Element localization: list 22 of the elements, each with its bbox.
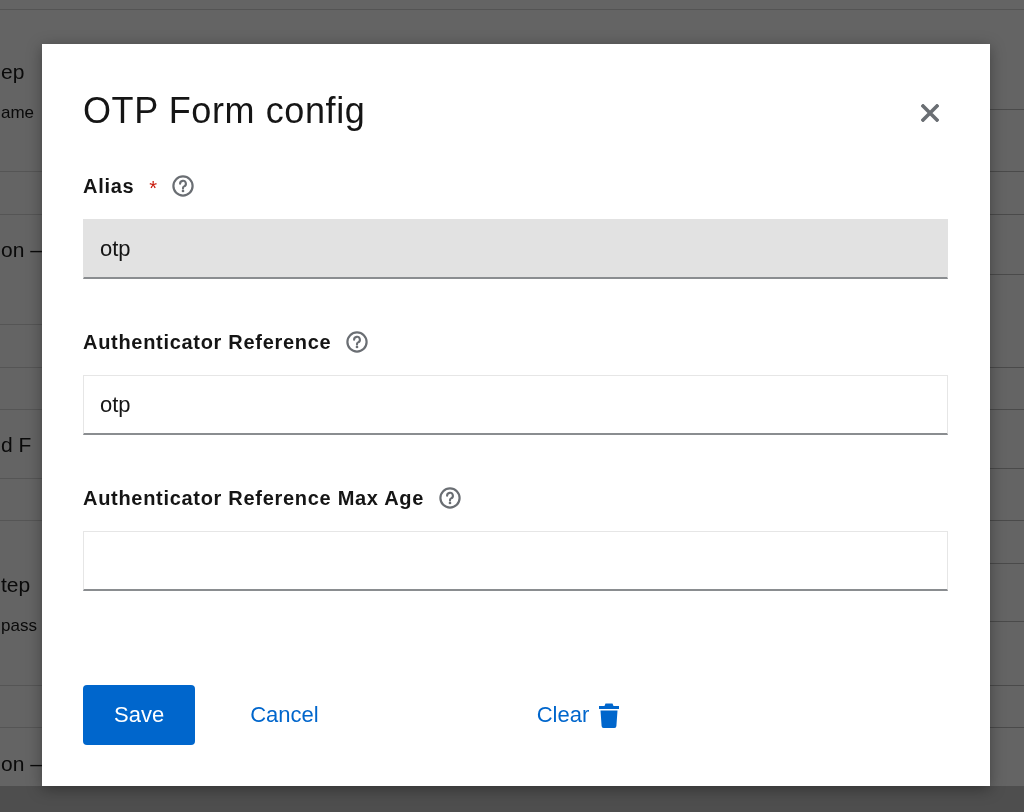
required-mark: * [149,176,158,198]
row-subtitle: ame [0,102,35,124]
field-label: Alias [83,174,135,198]
help-icon[interactable] [172,175,195,197]
clear-link[interactable]: Clear [520,685,636,745]
field-label: Authenticator Reference Max Age [83,486,425,510]
dialog-title: OTP Form config [83,89,366,133]
row-title: tep [0,572,31,598]
field-label: Authenticator Reference [83,330,332,354]
row-title: ep [0,59,25,85]
text-field[interactable]: otp [83,219,948,279]
row-title: on – [0,751,42,777]
text-field[interactable]: otp [83,375,948,435]
cancel-link[interactable]: Cancel [234,685,335,745]
help-icon[interactable] [346,331,369,353]
save-button[interactable]: Save [83,685,196,745]
text-field[interactable] [83,531,948,591]
row-title: on – [0,237,42,263]
help-icon[interactable] [439,487,462,509]
trash-icon[interactable] [599,702,620,728]
row-title: d F [0,432,32,458]
row-subtitle: pass [0,615,37,637]
